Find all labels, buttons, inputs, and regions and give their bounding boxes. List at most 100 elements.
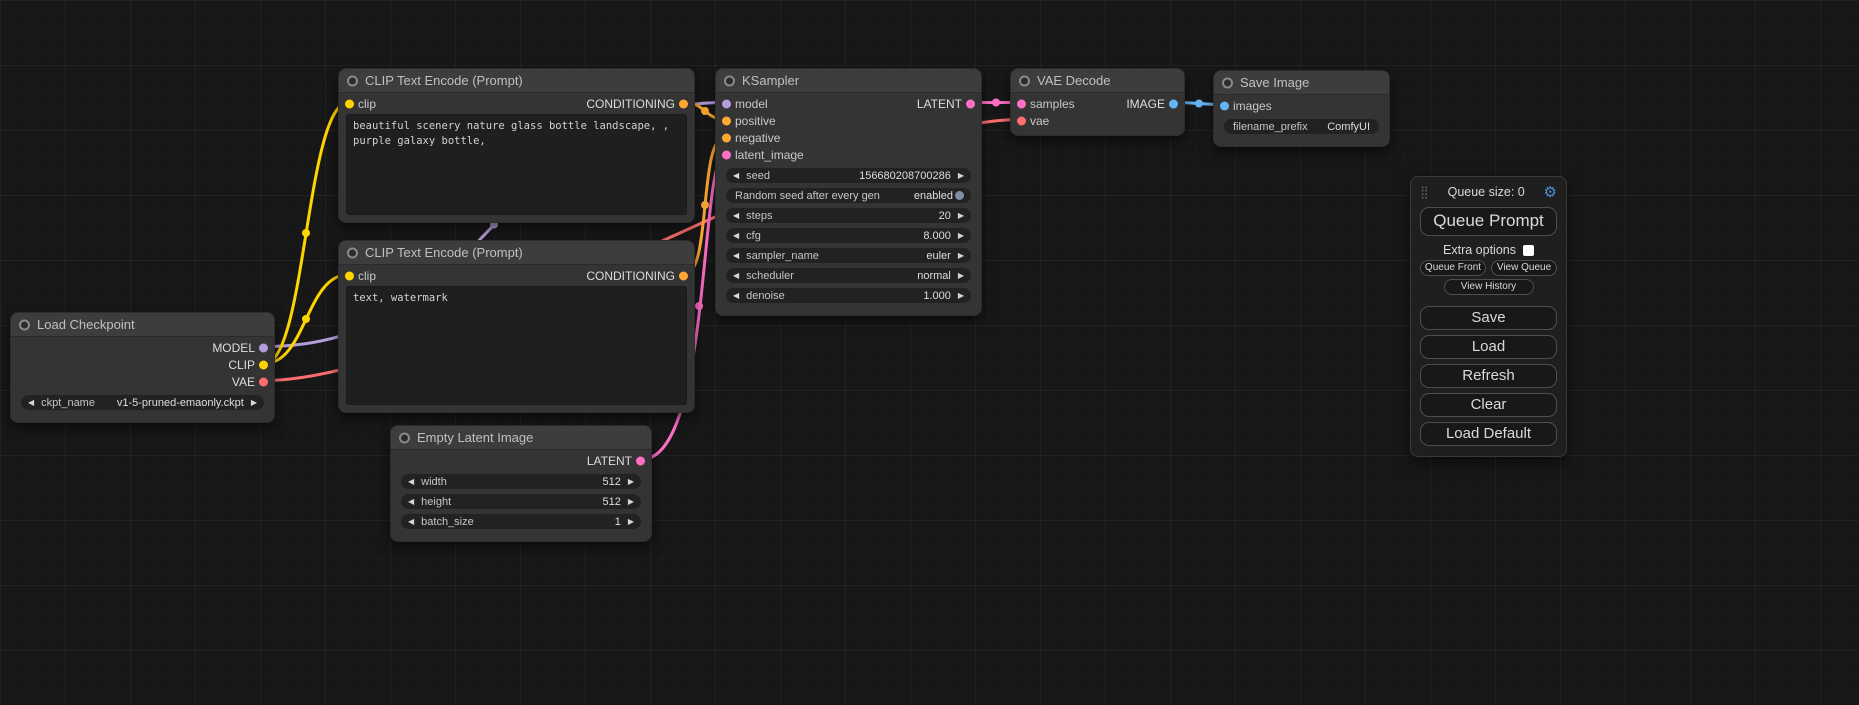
collapse-dot-icon[interactable]: [347, 247, 358, 258]
increment-arrow-icon[interactable]: ▶: [628, 518, 634, 526]
load-default-button[interactable]: Load Default: [1420, 422, 1557, 446]
node-title-bar[interactable]: VAE Decode: [1011, 69, 1184, 93]
decrement-arrow-icon[interactable]: ◀: [408, 478, 414, 486]
scheduler-widget[interactable]: ◀ scheduler normal ▶: [726, 268, 971, 283]
collapse-dot-icon[interactable]: [399, 432, 410, 443]
clip-output-port[interactable]: [259, 360, 268, 369]
image-output-port[interactable]: [1169, 99, 1178, 108]
increment-arrow-icon[interactable]: ▶: [958, 212, 964, 220]
save-button[interactable]: Save: [1420, 306, 1557, 330]
collapse-dot-icon[interactable]: [347, 75, 358, 86]
latent-image-input-port[interactable]: [722, 150, 731, 159]
queue-panel: ⣿ Queue size: 0 ⚙ Queue Prompt Extra opt…: [1410, 176, 1567, 457]
model-output-port[interactable]: [259, 343, 268, 352]
denoise-widget[interactable]: ◀ denoise 1.000 ▶: [726, 288, 971, 303]
node-clip-text-encode-positive[interactable]: CLIP Text Encode (Prompt) clip CONDITION…: [338, 68, 695, 223]
node-title-bar[interactable]: CLIP Text Encode (Prompt): [339, 241, 694, 265]
decrement-arrow-icon[interactable]: ◀: [733, 252, 739, 260]
width-widget[interactable]: ◀ width 512 ▶: [401, 474, 641, 489]
settings-gear-icon[interactable]: ⚙: [1544, 183, 1557, 201]
decrement-arrow-icon[interactable]: ◀: [408, 518, 414, 526]
node-vae-decode[interactable]: VAE Decode samples IMAGE vae: [1010, 68, 1185, 136]
node-title: Load Checkpoint: [37, 317, 135, 332]
increment-arrow-icon[interactable]: ▶: [958, 172, 964, 180]
node-title-bar[interactable]: Empty Latent Image: [391, 426, 651, 450]
samples-input-port[interactable]: [1017, 99, 1026, 108]
positive-input-port[interactable]: [722, 116, 731, 125]
vae-output-port[interactable]: [259, 377, 268, 386]
node-ksampler[interactable]: KSampler model LATENT positive negative …: [715, 68, 982, 316]
cfg-widget[interactable]: ◀ cfg 8.000 ▶: [726, 228, 971, 243]
queue-prompt-button[interactable]: Queue Prompt: [1420, 207, 1557, 236]
output-slot-label: CLIP: [228, 358, 255, 372]
negative-prompt-textarea[interactable]: text, watermark: [346, 286, 687, 405]
increment-arrow-icon[interactable]: ▶: [628, 478, 634, 486]
extra-options-checkbox[interactable]: [1523, 245, 1534, 256]
images-input-port[interactable]: [1220, 101, 1229, 110]
input-slot-label: clip: [358, 269, 376, 283]
negative-input-port[interactable]: [722, 133, 731, 142]
conditioning-output-port[interactable]: [679, 271, 688, 280]
link-midpoint-dot: [695, 302, 703, 310]
node-title-bar[interactable]: KSampler: [716, 69, 981, 93]
sampler-name-widget[interactable]: ◀ sampler_name euler ▶: [726, 248, 971, 263]
batch-size-widget[interactable]: ◀ batch_size 1 ▶: [401, 514, 641, 529]
node-empty-latent-image[interactable]: Empty Latent Image LATENT ◀ width 512 ▶ …: [390, 425, 652, 542]
node-title: Save Image: [1240, 75, 1309, 90]
ckpt-name-widget[interactable]: ◀ ckpt_name v1-5-pruned-emaonly.ckpt ▶: [21, 395, 264, 410]
decrement-arrow-icon[interactable]: ◀: [733, 292, 739, 300]
vae-input-port[interactable]: [1017, 116, 1026, 125]
decrement-arrow-icon[interactable]: ◀: [408, 498, 414, 506]
refresh-button[interactable]: Refresh: [1420, 364, 1557, 388]
random-seed-toggle-widget[interactable]: Random seed after every gen enabled: [726, 188, 971, 203]
node-title-bar[interactable]: Save Image: [1214, 71, 1389, 95]
clip-input-port[interactable]: [345, 271, 354, 280]
decrement-arrow-icon[interactable]: ◀: [28, 399, 34, 407]
decrement-arrow-icon[interactable]: ◀: [733, 272, 739, 280]
steps-widget[interactable]: ◀ steps 20 ▶: [726, 208, 971, 223]
queue-small-buttons: Queue Front View Queue: [1420, 260, 1557, 276]
toggle-dot-icon[interactable]: [955, 191, 964, 200]
increment-arrow-icon[interactable]: ▶: [958, 292, 964, 300]
height-widget[interactable]: ◀ height 512 ▶: [401, 494, 641, 509]
load-button[interactable]: Load: [1420, 335, 1557, 359]
widget-label: steps: [746, 210, 938, 222]
clip-input-port[interactable]: [345, 99, 354, 108]
collapse-dot-icon[interactable]: [19, 319, 30, 330]
drag-handle-icon[interactable]: ⣿: [1420, 185, 1429, 199]
node-title-bar[interactable]: CLIP Text Encode (Prompt): [339, 69, 694, 93]
input-slot-label: clip: [358, 97, 376, 111]
link-midpoint-dot: [701, 201, 709, 209]
increment-arrow-icon[interactable]: ▶: [958, 252, 964, 260]
view-history-button[interactable]: View History: [1444, 279, 1534, 295]
slot-row: latent_image: [716, 146, 981, 163]
node-title-bar[interactable]: Load Checkpoint: [11, 313, 274, 337]
increment-arrow-icon[interactable]: ▶: [958, 272, 964, 280]
collapse-dot-icon[interactable]: [724, 75, 735, 86]
collapse-dot-icon[interactable]: [1019, 75, 1030, 86]
filename-prefix-widget[interactable]: filename_prefix ComfyUI: [1224, 119, 1379, 134]
seed-widget[interactable]: ◀ seed 156680208700286 ▶: [726, 168, 971, 183]
decrement-arrow-icon[interactable]: ◀: [733, 172, 739, 180]
output-slot-label: CONDITIONING: [586, 97, 675, 111]
latent-output-port[interactable]: [966, 99, 975, 108]
collapse-dot-icon[interactable]: [1222, 77, 1233, 88]
node-load-checkpoint[interactable]: Load Checkpoint MODEL CLIP VAE ◀ ckpt_na…: [10, 312, 275, 423]
decrement-arrow-icon[interactable]: ◀: [733, 212, 739, 220]
node-clip-text-encode-negative[interactable]: CLIP Text Encode (Prompt) clip CONDITION…: [338, 240, 695, 413]
increment-arrow-icon[interactable]: ▶: [628, 498, 634, 506]
view-queue-button[interactable]: View Queue: [1491, 260, 1557, 276]
node-save-image[interactable]: Save Image images filename_prefix ComfyU…: [1213, 70, 1390, 147]
clear-button[interactable]: Clear: [1420, 393, 1557, 417]
model-input-port[interactable]: [722, 99, 731, 108]
increment-arrow-icon[interactable]: ▶: [251, 399, 257, 407]
widget-value: v1-5-pruned-emaonly.ckpt: [117, 397, 244, 409]
positive-prompt-textarea[interactable]: beautiful scenery nature glass bottle la…: [346, 114, 687, 215]
increment-arrow-icon[interactable]: ▶: [958, 232, 964, 240]
queue-front-button[interactable]: Queue Front: [1420, 260, 1486, 276]
decrement-arrow-icon[interactable]: ◀: [733, 232, 739, 240]
widget-label: Random seed after every gen: [735, 190, 914, 202]
latent-output-port[interactable]: [636, 456, 645, 465]
node-title: KSampler: [742, 73, 799, 88]
conditioning-output-port[interactable]: [679, 99, 688, 108]
